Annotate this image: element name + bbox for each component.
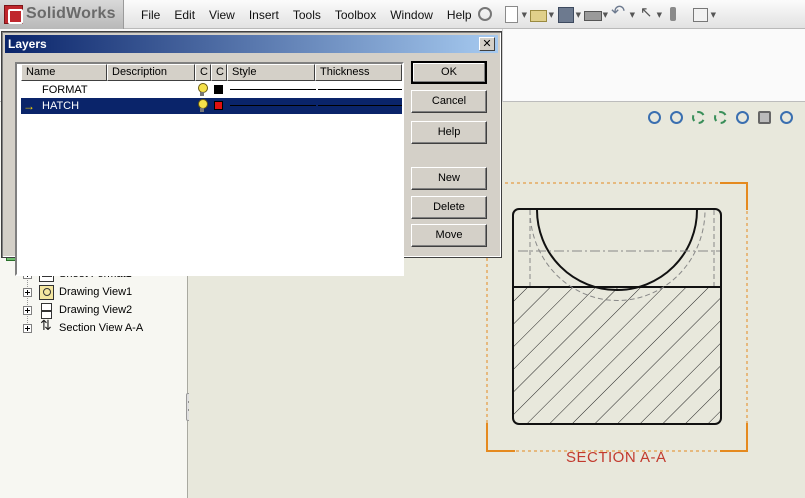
section-label[interactable]: SECTION A-A — [566, 449, 667, 466]
layers-dialog: Layers ✕ Name Description C C Style Thic… — [1, 31, 502, 276]
line-thickness-sample[interactable] — [318, 105, 402, 106]
column-description[interactable]: Description — [107, 64, 195, 81]
layers-list[interactable]: Name Description C C Style Thickness FOR… — [15, 62, 404, 276]
active-layer-arrow-icon: → — [23, 99, 35, 113]
cancel-button[interactable]: Cancel — [411, 90, 487, 113]
view-corner-br — [720, 423, 748, 452]
layer-row-hatch[interactable]: → HATCH — [21, 98, 402, 114]
dialog-title: Layers — [8, 37, 47, 51]
column-color[interactable]: C — [211, 64, 227, 81]
lightbulb-icon[interactable] — [196, 83, 208, 97]
new-button[interactable]: New — [411, 167, 487, 190]
delete-button[interactable]: Delete — [411, 196, 487, 219]
view-corner-tr — [720, 182, 748, 210]
layer-name[interactable]: HATCH — [42, 100, 79, 112]
layer-name[interactable]: FORMAT — [42, 84, 88, 96]
layer-row-format[interactable]: FORMAT — [21, 82, 402, 98]
lightbulb-icon[interactable] — [196, 99, 208, 113]
move-button[interactable]: Move — [411, 224, 487, 247]
arc-cut — [536, 209, 698, 291]
line-thickness-sample[interactable] — [318, 89, 402, 90]
ok-button[interactable]: OK — [411, 61, 487, 84]
layer-color-swatch[interactable] — [214, 85, 223, 94]
hatch-region — [514, 288, 720, 423]
dialog-title-bar[interactable]: Layers ✕ — [5, 35, 498, 53]
close-icon[interactable]: ✕ — [479, 37, 495, 51]
column-name[interactable]: Name — [21, 64, 107, 81]
line-style-sample[interactable] — [230, 105, 316, 106]
view-corner-bl — [486, 423, 515, 452]
column-on-off[interactable]: C — [195, 64, 211, 81]
help-button[interactable]: Help — [411, 121, 487, 144]
layers-list-header: Name Description C C Style Thickness — [21, 64, 402, 81]
line-style-sample[interactable] — [230, 89, 316, 90]
layer-color-swatch[interactable] — [214, 101, 223, 110]
column-thickness[interactable]: Thickness — [315, 64, 402, 81]
column-style[interactable]: Style — [227, 64, 315, 81]
